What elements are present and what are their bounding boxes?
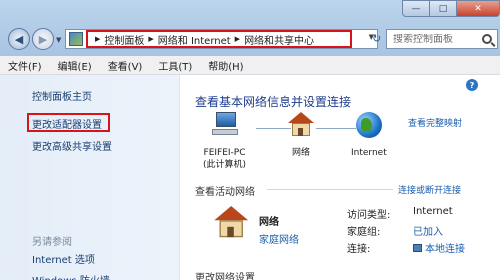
- connect-disconnect-link[interactable]: 连接或断开连接: [398, 183, 461, 196]
- node-label: Internet: [351, 148, 387, 158]
- breadcrumb-network-internet[interactable]: 网络和 Internet: [158, 32, 231, 47]
- window-controls: — □ ✕: [402, 0, 500, 17]
- refresh-icon[interactable]: ↻: [372, 32, 381, 45]
- change-settings-heading: 更改网络设置: [195, 273, 255, 280]
- access-type-label: 访问类型:: [347, 210, 391, 221]
- house-icon: [287, 112, 315, 138]
- menu-file[interactable]: 文件(F): [8, 58, 42, 73]
- menu-bar: 文件(F) 编辑(E) 查看(V) 工具(T) 帮助(H): [0, 56, 500, 75]
- connections-label: 连接:: [347, 244, 371, 255]
- maximize-button[interactable]: □: [429, 0, 456, 17]
- control-panel-icon: [69, 32, 83, 46]
- breadcrumb-separator-icon[interactable]: ▶: [95, 35, 100, 43]
- search-icon[interactable]: [482, 34, 492, 44]
- menu-help[interactable]: 帮助(H): [208, 58, 243, 73]
- network-map-node-computer[interactable]: FEIFEI-PC (此计算机): [203, 112, 246, 171]
- address-bar[interactable]: ▶ 控制面板 ▶ 网络和 Internet ▶ 网络和共享中心 ▼: [65, 29, 378, 49]
- forward-button[interactable]: ▶: [32, 28, 54, 50]
- breadcrumb-control-panel[interactable]: 控制面板: [104, 32, 144, 47]
- close-button[interactable]: ✕: [456, 0, 500, 17]
- network-adapter-icon: [413, 243, 422, 252]
- local-connection-link[interactable]: 本地连接: [413, 240, 465, 255]
- computer-icon: [211, 112, 239, 138]
- globe-icon: [355, 112, 382, 138]
- breadcrumb-separator-icon[interactable]: ▶: [235, 35, 240, 43]
- menu-view[interactable]: 查看(V): [108, 58, 143, 73]
- homegroup-label: 家庭组:: [347, 227, 381, 238]
- recent-pages-dropdown-icon[interactable]: ▼: [56, 36, 61, 44]
- sidebar-link-internet-options[interactable]: Internet 选项: [32, 251, 95, 266]
- minimize-button[interactable]: —: [402, 0, 429, 17]
- connection-line: [316, 128, 356, 129]
- active-networks-heading: 查看活动网络: [195, 187, 255, 198]
- section-divider: [267, 189, 393, 190]
- breadcrumb-network-sharing-center[interactable]: 网络和共享中心: [244, 32, 314, 47]
- access-type-value: Internet: [413, 206, 453, 217]
- sidebar-link-windows-firewall[interactable]: Windows 防火墙: [32, 272, 110, 280]
- menu-edit[interactable]: 编辑(E): [58, 58, 92, 73]
- search-input[interactable]: [393, 33, 475, 45]
- sidebar-link-control-panel-home[interactable]: 控制面板主页: [32, 88, 92, 103]
- menu-tools[interactable]: 工具(T): [158, 58, 192, 73]
- breadcrumb-separator-icon[interactable]: ▶: [148, 35, 153, 43]
- node-label: 网络: [291, 148, 310, 158]
- breadcrumb: ▶ 控制面板 ▶ 网络和 Internet ▶ 网络和共享中心: [86, 30, 352, 48]
- main-content: ? 查看基本网络信息并设置连接 查看完整映射 FEIFEI-PC (此计算机) …: [181, 75, 500, 280]
- title-bar: — □ ✕ ◀ ▶ ▼ ▶ 控制面板 ▶ 网络和 Internet ▶ 网络和共…: [0, 0, 500, 56]
- sidebar: 控制面板主页 更改适配器设置 更改高级共享设置 另请参阅 Internet 选项…: [0, 75, 180, 280]
- home-network-icon[interactable]: [213, 206, 249, 240]
- help-icon[interactable]: ?: [466, 79, 478, 91]
- page-title: 查看基本网络信息并设置连接: [195, 95, 352, 109]
- network-type-link[interactable]: 家庭网络: [259, 231, 299, 246]
- node-sublabel: (此计算机): [203, 160, 247, 170]
- sidebar-link-advanced-sharing-settings[interactable]: 更改高级共享设置: [32, 138, 112, 153]
- back-button[interactable]: ◀: [8, 28, 30, 50]
- connection-line: [256, 128, 291, 129]
- connection-name[interactable]: 本地连接: [425, 240, 465, 255]
- node-label: FEIFEI-PC: [203, 148, 246, 158]
- network-map-node-internet[interactable]: Internet: [351, 112, 387, 159]
- see-full-map-link[interactable]: 查看完整映射: [408, 116, 462, 129]
- active-network-name: 网络: [259, 217, 279, 228]
- network-map-node-network[interactable]: 网络: [287, 112, 315, 159]
- homegroup-link[interactable]: 已加入: [413, 223, 443, 238]
- highlight-box: [27, 113, 110, 132]
- search-box[interactable]: [386, 29, 498, 49]
- sidebar-see-also-heading: 另请参阅: [32, 237, 72, 248]
